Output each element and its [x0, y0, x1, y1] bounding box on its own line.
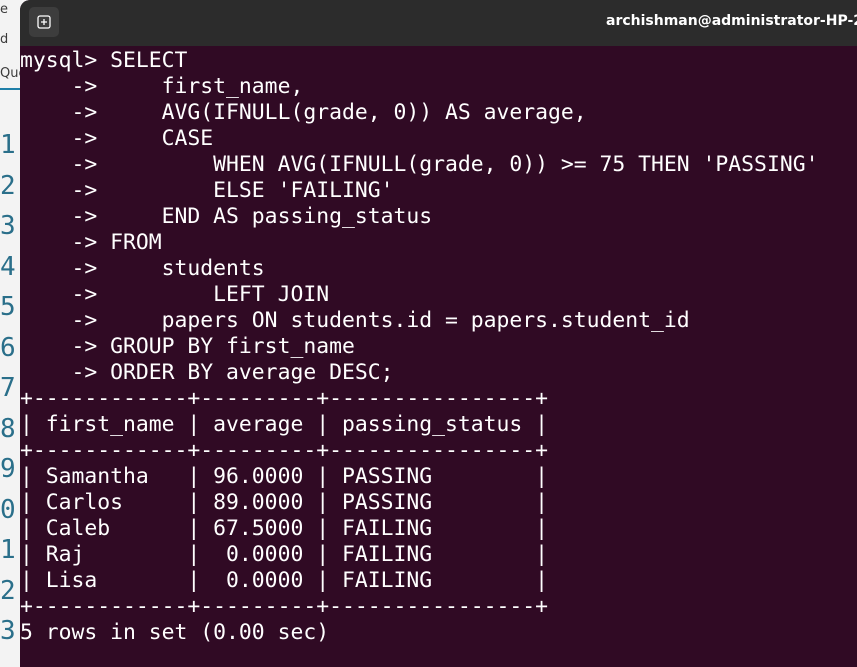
terminal-line: +------------+---------+----------------…	[20, 438, 549, 463]
terminal-line: mysql> SELECT	[20, 48, 188, 73]
terminal-line: -> students	[20, 256, 265, 281]
terminal-window[interactable]: archishman@administrator-HP-250- mysql> …	[20, 0, 857, 667]
window-title: archishman@administrator-HP-250-	[606, 13, 857, 29]
terminal-line: | first_name | average | passing_status …	[20, 412, 549, 437]
terminal-line: -> first_name,	[20, 74, 304, 99]
terminal-line: | Raj | 0.0000 | FAILING |	[20, 542, 549, 567]
line-number: 0	[0, 494, 16, 525]
terminal-line: -> AVG(IFNULL(grade, 0)) AS average,	[20, 100, 587, 125]
terminal-line: -> ORDER BY average DESC;	[20, 360, 394, 385]
new-tab-button[interactable]	[29, 7, 59, 37]
terminal-line: -> WHEN AVG(IFNULL(grade, 0)) >= 75 THEN…	[20, 152, 819, 177]
background-tab-label[interactable]: Que	[0, 66, 22, 81]
terminal-output[interactable]: mysql> SELECT -> first_name, -> AVG(IFNU…	[20, 48, 818, 646]
terminal-line: +------------+---------+----------------…	[20, 594, 549, 619]
terminal-line: -> FROM	[20, 230, 162, 255]
terminal-line: -> GROUP BY first_name	[20, 334, 355, 359]
active-tab-indicator	[0, 88, 22, 90]
terminal-line: -> LEFT JOIN	[20, 282, 330, 307]
line-number: 2	[0, 170, 16, 201]
line-number: 1	[0, 535, 16, 565]
line-number: 1	[0, 130, 16, 160]
terminal-line: 5 rows in set (0.00 sec)	[20, 620, 330, 645]
title-bar[interactable]: archishman@administrator-HP-250-	[20, 0, 857, 46]
terminal-line: | Caleb | 67.5000 | FAILING |	[20, 516, 549, 541]
terminal-line: -> ELSE 'FAILING'	[20, 178, 394, 203]
terminal-line: -> papers ON students.id = papers.studen…	[20, 308, 690, 333]
terminal-line: | Carlos | 89.0000 | PASSING |	[20, 490, 549, 515]
line-number: 4	[0, 251, 16, 282]
background-editor-window: e d Que 1 2 3 4 5 6 7 8 9 0 1 2 3	[0, 0, 22, 667]
terminal-line: -> CASE	[20, 126, 214, 151]
background-fragment: d	[0, 32, 9, 47]
line-number: 7	[0, 373, 16, 403]
terminal-line: +------------+---------+----------------…	[20, 386, 549, 411]
line-number: 3	[0, 616, 16, 646]
terminal-line: | Lisa | 0.0000 | FAILING |	[20, 568, 549, 593]
background-fragment: e	[0, 2, 8, 17]
line-number: 5	[0, 292, 16, 322]
terminal-line: | Samantha | 96.0000 | PASSING |	[20, 464, 549, 489]
terminal-line: -> END AS passing_status	[20, 204, 433, 229]
plus-square-icon	[37, 15, 51, 29]
line-number: 2	[0, 575, 16, 606]
line-number: 6	[0, 332, 16, 363]
line-number: 3	[0, 211, 16, 241]
line-number: 8	[0, 413, 16, 444]
line-number: 9	[0, 454, 16, 484]
